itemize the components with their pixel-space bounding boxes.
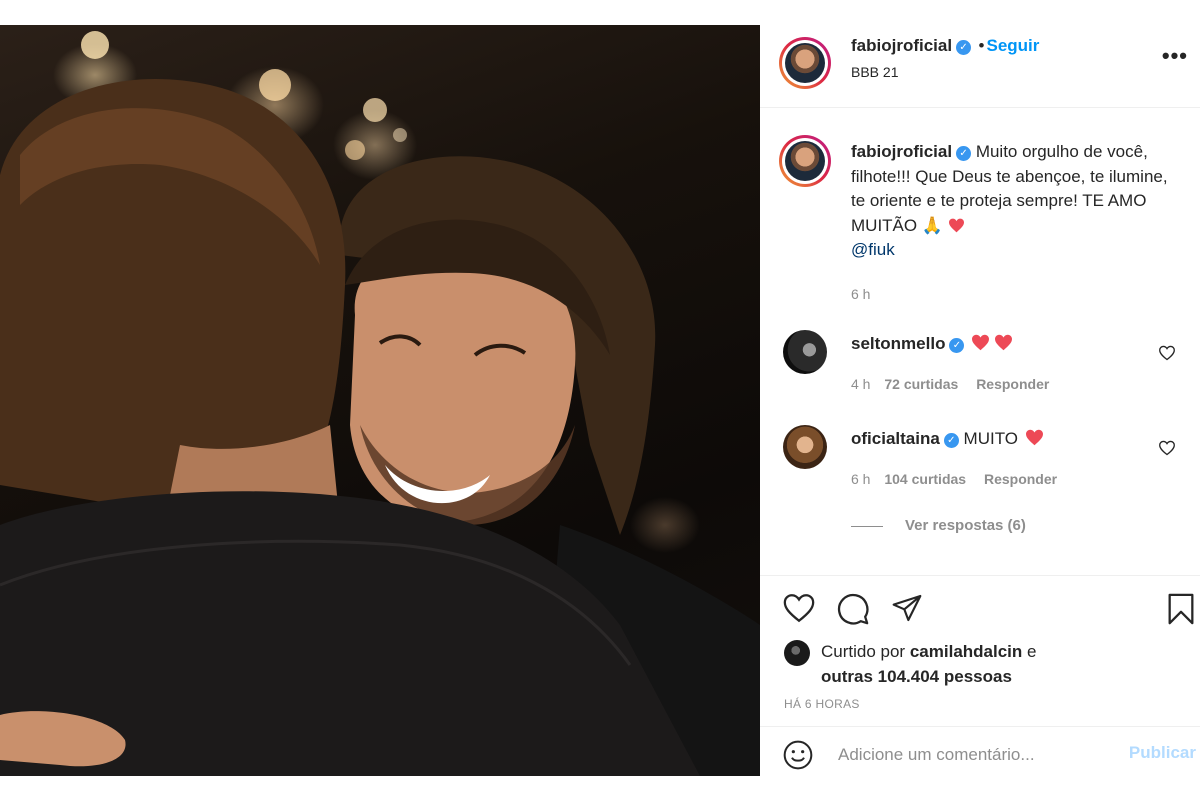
mention-link[interactable]: @fiuk	[851, 240, 895, 259]
bookmark-icon[interactable]	[1166, 592, 1196, 626]
publish-button[interactable]: Publicar	[1129, 743, 1196, 763]
commenter-avatar[interactable]	[783, 330, 827, 374]
comment-bar: Publicar	[760, 726, 1200, 778]
verified-icon: ✓	[943, 433, 959, 448]
likes-count[interactable]: outras 104.404 pessoas	[821, 667, 1012, 686]
comment-body: oficialtaina ✓ MUITO	[851, 429, 1044, 449]
post-photo[interactable]	[0, 25, 760, 776]
comment-time[interactable]: 4 h	[851, 376, 870, 392]
comment-username[interactable]: seltonmello	[851, 334, 945, 353]
comment-body: seltonmello ✓	[851, 334, 1013, 354]
reply-button[interactable]: Responder	[976, 376, 1049, 392]
follow-button[interactable]: Seguir	[986, 36, 1039, 55]
caption-username[interactable]: fabiojroficial	[851, 142, 952, 161]
comment-icon[interactable]	[836, 592, 870, 626]
heart-emoji-icon	[1025, 429, 1043, 446]
liker-avatar[interactable]	[784, 640, 810, 666]
more-options-icon[interactable]: •••	[1162, 43, 1188, 69]
caption-time[interactable]: 6 h	[851, 286, 870, 302]
caption-text: fabiojroficial ✓ Muito orgulho de você, f…	[851, 140, 1181, 263]
like-comment-heart-icon[interactable]	[1158, 345, 1176, 361]
comment-likes[interactable]: 72 curtidas	[884, 376, 958, 392]
share-icon[interactable]	[890, 592, 924, 624]
comment-username[interactable]: oficialtaina	[851, 429, 940, 448]
heart-emoji-icon	[948, 218, 964, 232]
view-replies-button[interactable]: Ver respostas (6)	[851, 517, 1026, 534]
comment-likes[interactable]: 104 curtidas	[884, 471, 966, 487]
comment-text: MUITO	[963, 429, 1019, 448]
post-panel: fabiojroficial ✓ • Seguir BBB 21 ••• fabio…	[760, 25, 1200, 776]
verified-icon: ✓	[949, 338, 965, 353]
photo-illustration	[0, 31, 760, 776]
verified-icon: ✓	[956, 146, 972, 161]
comment-input[interactable]	[836, 741, 1110, 769]
comment-meta: 6 h 104 curtidas Responder	[851, 471, 1057, 487]
heart-icon[interactable]	[782, 592, 816, 624]
caption-avatar[interactable]	[779, 135, 831, 187]
author-avatar[interactable]	[779, 37, 831, 89]
post-timestamp[interactable]: Há 6 horas	[784, 697, 860, 711]
follow-separator: •	[978, 36, 985, 55]
post-location[interactable]: BBB 21	[851, 64, 898, 80]
comment-meta: 4 h 72 curtidas Responder	[851, 376, 1049, 392]
likes-summary: Curtido por camilahdalcin e outras 104.4…	[821, 642, 1037, 686]
comment-time[interactable]: 6 h	[851, 471, 870, 487]
author-line: fabiojroficial ✓ • Seguir	[851, 36, 1039, 56]
heart-emoji-icon	[995, 334, 1013, 351]
reply-button[interactable]: Responder	[984, 471, 1057, 487]
liker-username[interactable]: camilahdalcin	[910, 642, 1022, 661]
author-username[interactable]: fabiojroficial	[851, 36, 952, 55]
emoji-icon[interactable]	[782, 739, 814, 771]
heart-emoji-icon	[972, 334, 990, 351]
verified-icon: ✓	[956, 40, 972, 55]
like-comment-heart-icon[interactable]	[1158, 440, 1176, 456]
post-header: fabiojroficial ✓ • Seguir BBB 21 •••	[760, 25, 1200, 108]
commenter-avatar[interactable]	[783, 425, 827, 469]
action-section: Curtido por camilahdalcin e outras 104.4…	[760, 575, 1200, 777]
